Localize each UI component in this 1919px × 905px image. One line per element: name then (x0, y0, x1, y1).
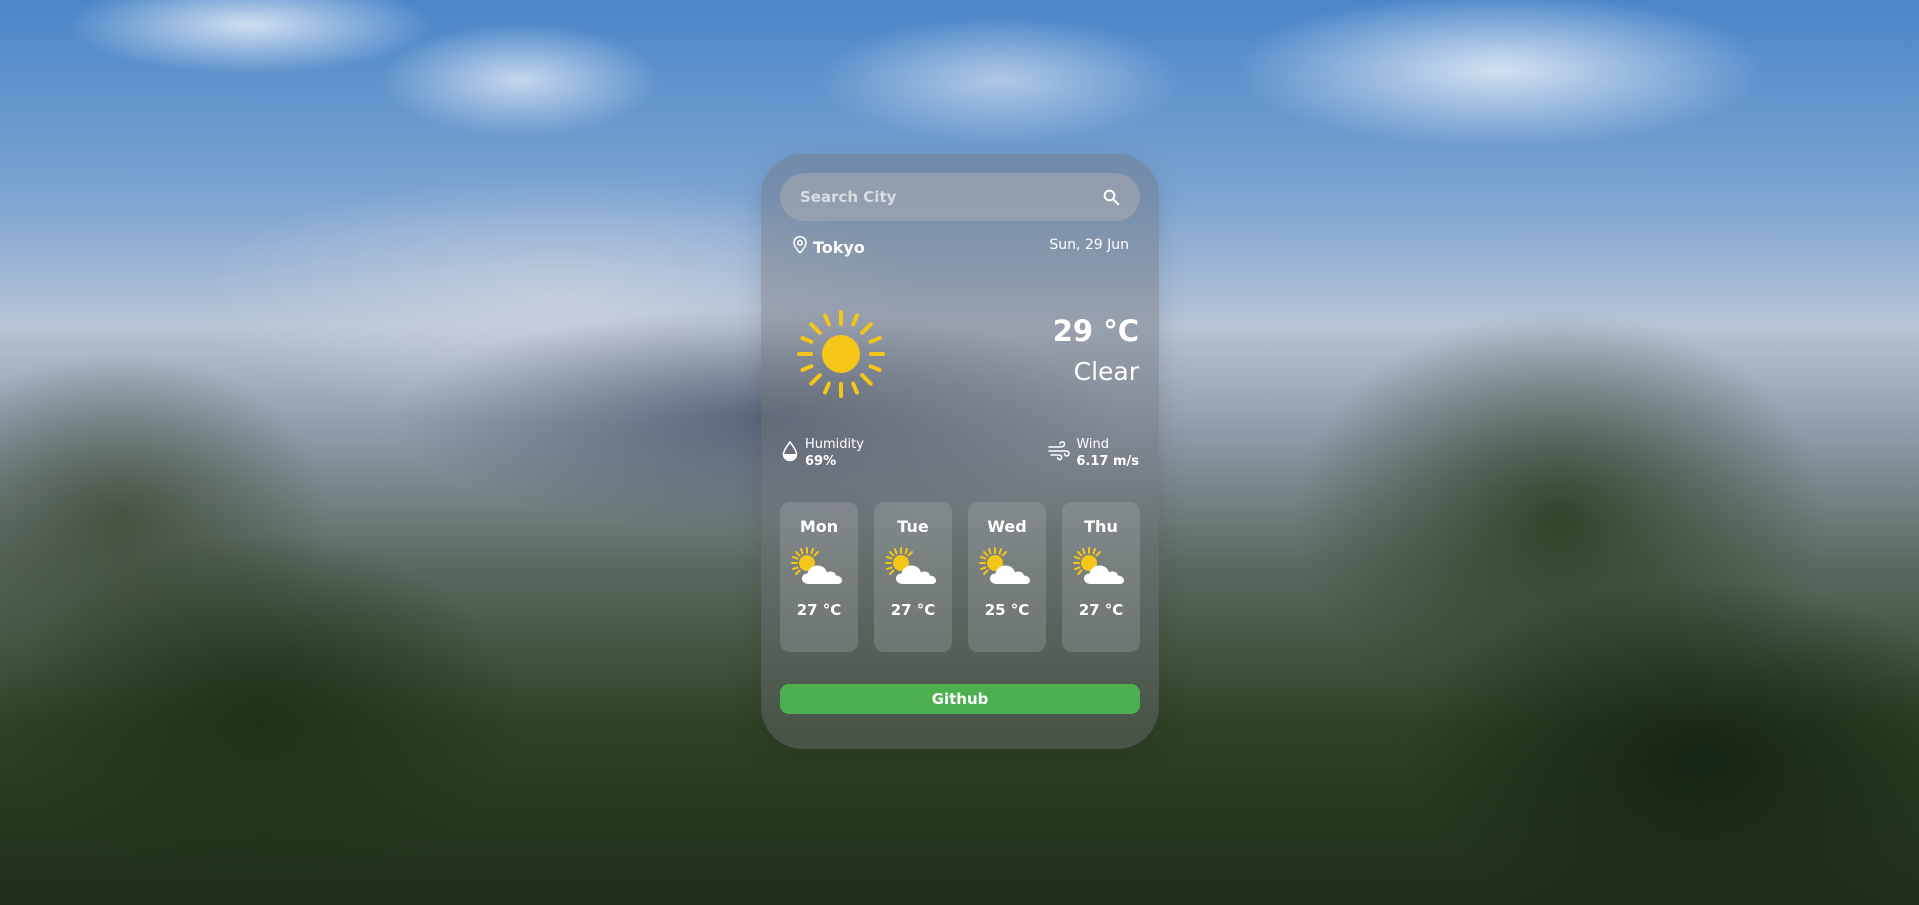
partly-cloudy-icon (979, 546, 1035, 588)
forecast-day-card: Thu 27 °C (1062, 502, 1140, 652)
wind-value: 6.17 m/s (1076, 454, 1139, 469)
wind-icon (1048, 441, 1071, 465)
github-button[interactable]: Github (780, 684, 1140, 714)
location: Tokyo (791, 235, 865, 259)
forecast-day-card: Mon 27 °C (780, 502, 858, 652)
wind-label: Wind (1076, 437, 1110, 452)
forecast-day-name: Thu (1084, 517, 1118, 536)
weather-card: Tokyo Sun, 29 Jun (761, 154, 1159, 749)
search-input[interactable] (798, 187, 1100, 207)
forecast-temperature: 27 °C (890, 601, 936, 619)
forecast-list: Mon 27 °C Tue 27 °C Wed 25 °C Thu 27 °C (780, 502, 1140, 652)
humidity-label: Humidity (805, 437, 864, 452)
forecast-day-name: Wed (987, 517, 1027, 536)
water-drop-icon (781, 440, 799, 466)
current-temperature: 29 °C (1052, 314, 1139, 348)
current-date: Sun, 29 Jun (1049, 237, 1129, 253)
partly-cloudy-icon (1073, 546, 1129, 588)
partly-cloudy-icon (791, 546, 847, 588)
forecast-day-name: Mon (799, 517, 839, 536)
search-icon[interactable] (1100, 186, 1122, 208)
forecast-day-card: Wed 25 °C (968, 502, 1046, 652)
forecast-day-card: Tue 27 °C (874, 502, 952, 652)
city-name: Tokyo (813, 237, 865, 257)
partly-cloudy-icon (885, 546, 941, 588)
humidity-value: 69% (805, 454, 837, 469)
wind-stat: Wind 6.17 m/s (1048, 436, 1139, 470)
humidity-stat: Humidity 69% (781, 436, 864, 470)
map-pin-icon (791, 235, 809, 259)
forecast-day-name: Tue (897, 517, 929, 536)
forecast-temperature: 27 °C (1078, 601, 1124, 619)
forecast-temperature: 27 °C (796, 601, 842, 619)
sun-icon (796, 309, 886, 399)
forecast-temperature: 25 °C (984, 601, 1030, 619)
current-condition: Clear (1073, 357, 1139, 386)
search-bar (780, 173, 1140, 221)
